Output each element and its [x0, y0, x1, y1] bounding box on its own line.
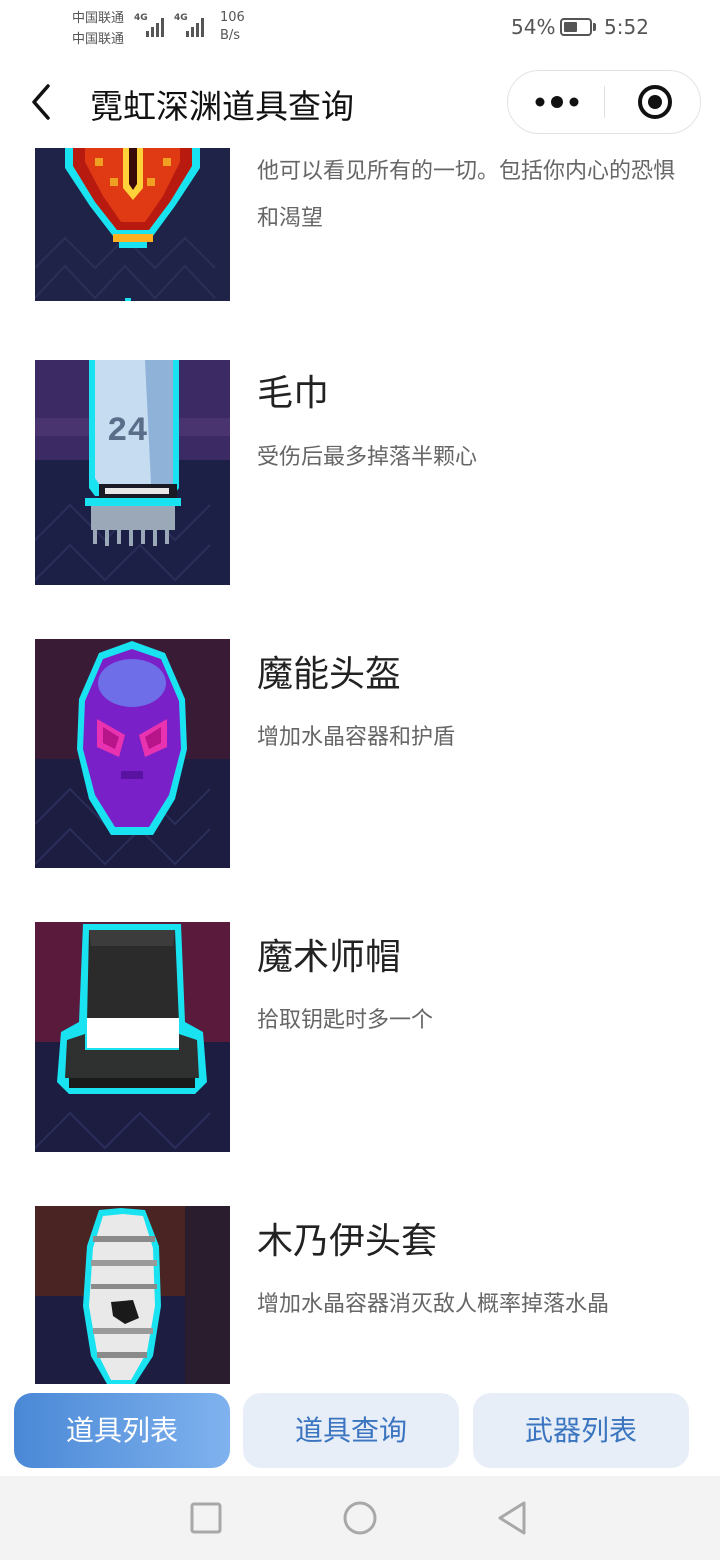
status-bar: 中国联通 中国联通 4G 4G 106 B/s 54% 5:52 — [0, 0, 720, 56]
mummy-mask-icon — [35, 1206, 230, 1384]
list-item[interactable]: 木乃伊头套 增加水晶容器消灭敌人概率掉落水晶 — [0, 1206, 720, 1384]
tab-weapon-list[interactable]: 武器列表 — [473, 1393, 689, 1468]
item-name: 毛巾 — [257, 373, 330, 414]
carrier-1: 中国联通 — [72, 11, 125, 26]
chevron-left-icon — [32, 84, 50, 120]
tab-item-search[interactable]: 道具查询 — [243, 1393, 459, 1468]
svg-text:24: 24 — [107, 413, 148, 451]
back-button[interactable] — [20, 78, 66, 126]
item-description: 他可以看见所有的一切。包括你内心的恐惧和渴望 — [257, 159, 676, 231]
battery-fill — [564, 22, 577, 32]
item-thumbnail — [35, 1206, 230, 1384]
nav-bar: 霓虹深渊道具查询 — [0, 56, 720, 148]
clock: 5:52 — [604, 15, 649, 39]
item-name: 木乃伊头套 — [257, 1221, 438, 1262]
item-description: 拾取钥匙时多一个 — [257, 1008, 434, 1033]
net-speed-unit: B/s — [220, 28, 241, 43]
item-thumbnail — [35, 148, 230, 301]
net-speed-value: 106 — [220, 10, 245, 25]
purple-helmet-icon — [35, 639, 230, 868]
circle-home-icon — [343, 1501, 377, 1535]
more-dots-icon — [535, 96, 579, 108]
item-description: 增加水晶容器消灭敌人概率掉落水晶 — [257, 1292, 610, 1317]
item-thumbnail — [35, 922, 230, 1152]
system-back-button[interactable] — [492, 1498, 532, 1538]
recents-button[interactable] — [186, 1498, 226, 1538]
item-thumbnail — [35, 639, 230, 868]
signal-2-icon: 4G — [174, 13, 206, 37]
item-name: 魔能头盔 — [257, 654, 402, 695]
list-item[interactable]: 魔能头盔 增加水晶容器和护盾 — [0, 639, 720, 891]
mini-program-capsule — [507, 70, 701, 134]
bottom-tab-bar: 道具列表 道具查询 武器列表 — [0, 1384, 720, 1476]
more-button[interactable] — [508, 71, 604, 133]
item-list[interactable]: 他可以看见所有的一切。包括你内心的恐惧和渴望 24 毛巾 受伤后最多掉落半颗心 … — [0, 148, 720, 1384]
list-item[interactable]: 他可以看见所有的一切。包括你内心的恐惧和渴望 — [0, 148, 720, 324]
signal-1-icon: 4G — [134, 13, 166, 37]
target-circle-icon — [638, 85, 672, 119]
system-nav-bar — [0, 1476, 720, 1560]
crimson-eye-crown-icon — [35, 148, 230, 301]
item-description: 增加水晶容器和护盾 — [257, 725, 456, 750]
list-item[interactable]: 魔术师帽 拾取钥匙时多一个 — [0, 922, 720, 1174]
carrier-2: 中国联通 — [72, 32, 125, 47]
battery-percent: 54% — [511, 15, 556, 39]
triangle-back-icon — [498, 1501, 526, 1535]
network-type-2: 4G — [174, 13, 188, 23]
home-button[interactable] — [340, 1498, 380, 1538]
item-name: 魔术师帽 — [257, 937, 402, 978]
magician-hat-icon — [35, 922, 230, 1152]
close-button[interactable] — [605, 71, 701, 133]
tab-item-list[interactable]: 道具列表 — [14, 1393, 230, 1468]
square-recents-icon — [190, 1502, 222, 1534]
page-title: 霓虹深渊道具查询 — [90, 87, 354, 126]
battery-icon — [560, 18, 596, 36]
network-type-1: 4G — [134, 13, 148, 23]
item-thumbnail: 24 — [35, 360, 230, 585]
carrier-labels: 中国联通 中国联通 — [72, 8, 124, 50]
list-item[interactable]: 24 毛巾 受伤后最多掉落半颗心 — [0, 360, 720, 608]
towel-icon: 24 — [35, 360, 230, 585]
item-description: 受伤后最多掉落半颗心 — [257, 445, 478, 470]
net-speed: 106 B/s — [220, 9, 245, 45]
